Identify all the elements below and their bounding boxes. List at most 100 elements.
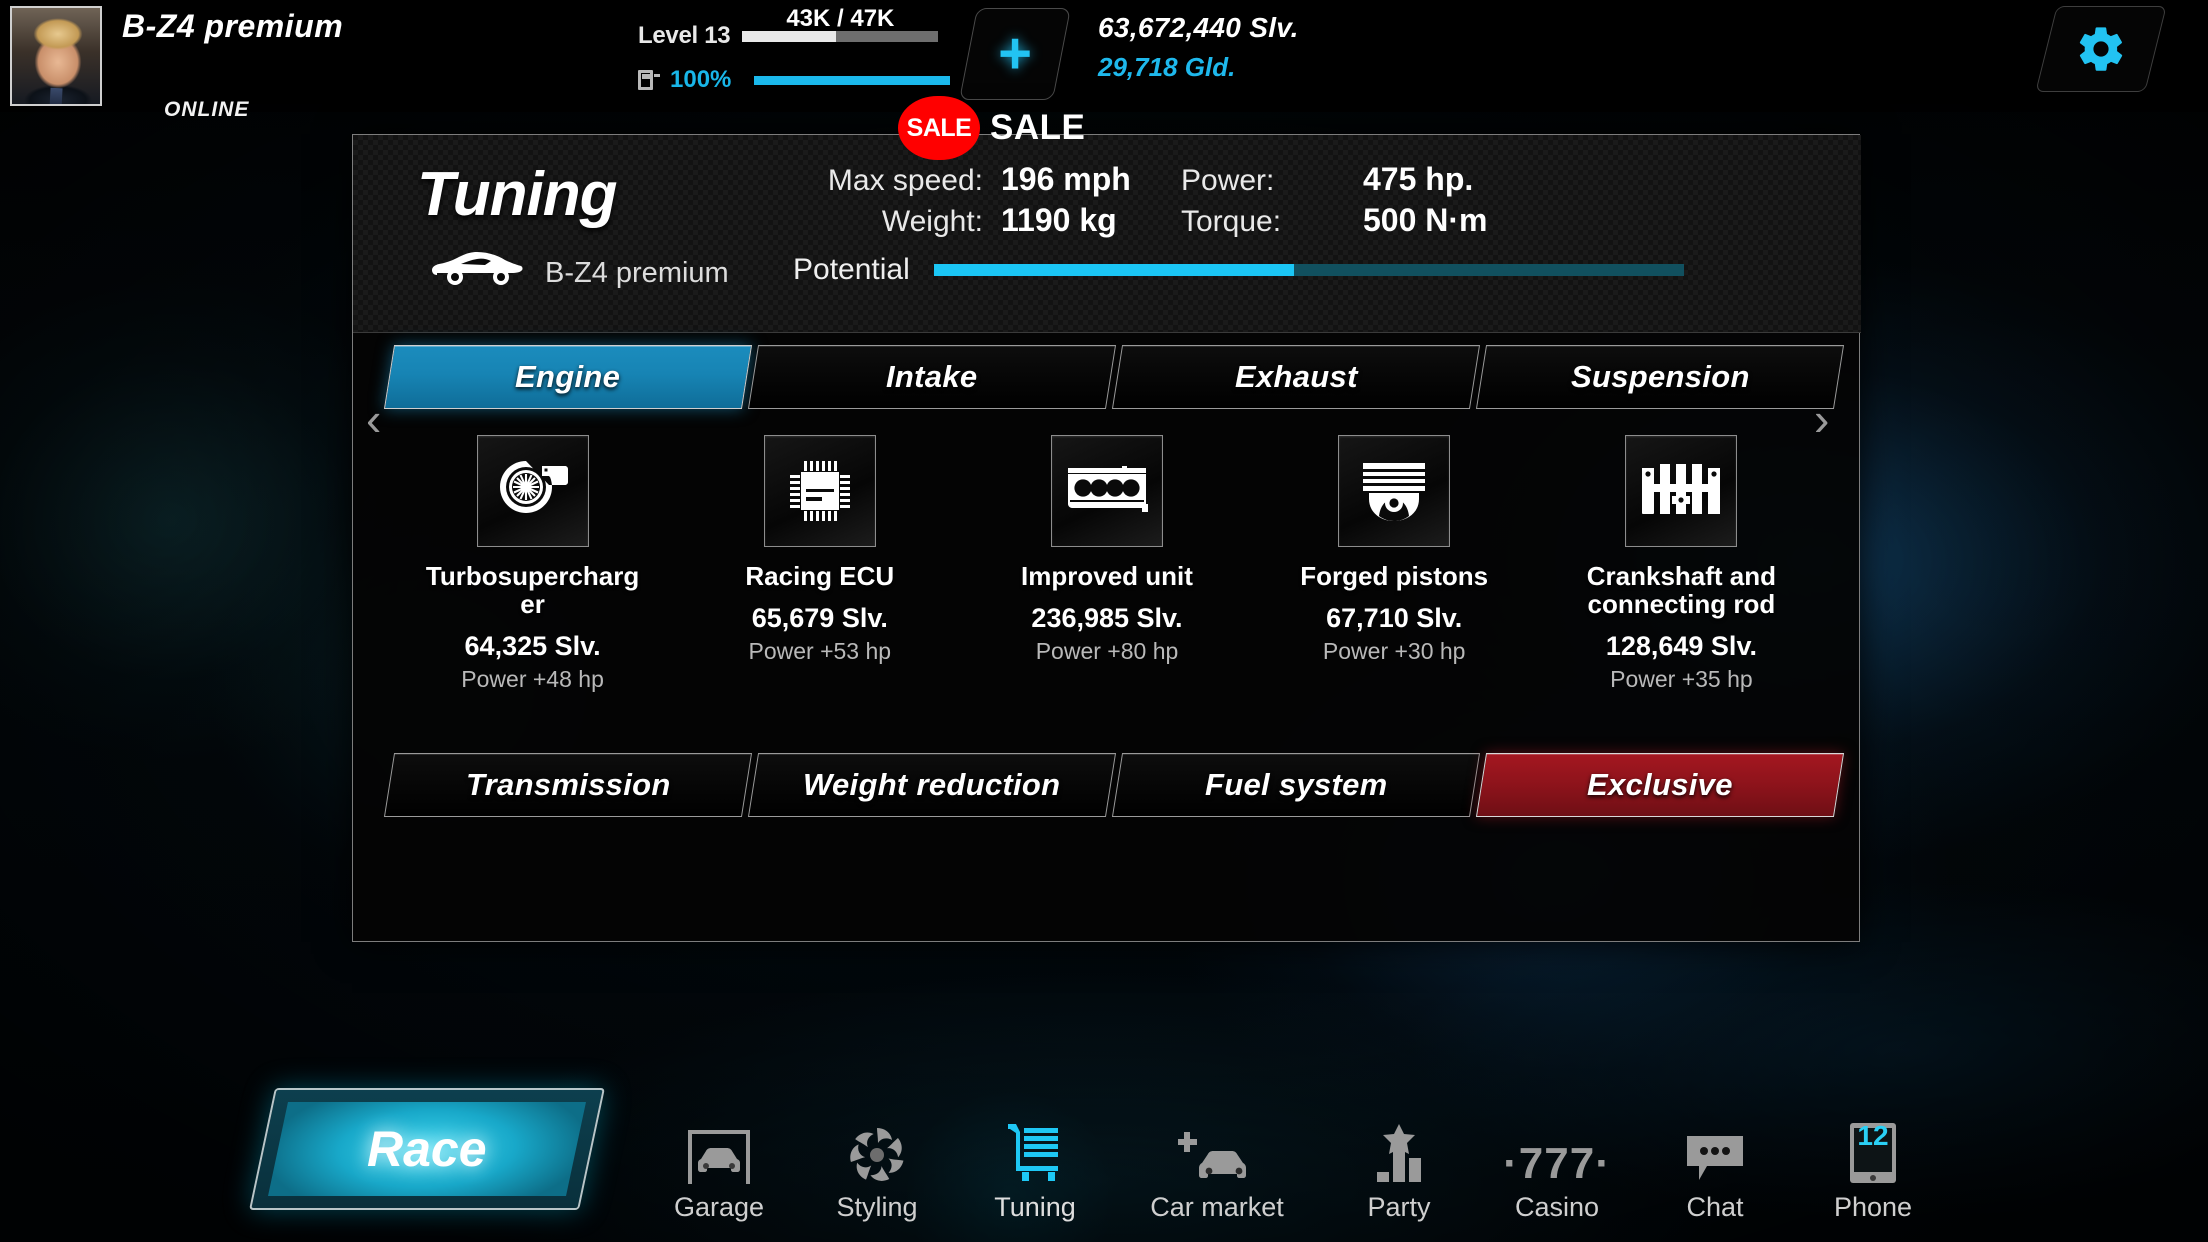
nav-item-party[interactable]: Party xyxy=(1320,1095,1478,1223)
xp-bar-wrap: 43K / 47K xyxy=(742,5,939,42)
fuel-bar xyxy=(754,75,950,85)
chevron-left-icon[interactable]: ‹ xyxy=(366,392,381,446)
sale-label: SALE xyxy=(990,108,1086,147)
sale-banner[interactable]: SALE SALE xyxy=(898,96,1085,160)
tab-label: Fuel system xyxy=(1204,767,1388,802)
party-chart-icon xyxy=(1368,1112,1430,1186)
tab-label: Exclusive xyxy=(1587,767,1733,802)
settings-button[interactable] xyxy=(2035,6,2167,92)
item-bonus: Power +53 hp xyxy=(748,637,892,664)
tab-label: Suspension xyxy=(1570,359,1750,394)
player-nickname: B-Z4 premium xyxy=(122,8,344,44)
tab-weight-reduction[interactable]: Weight reduction xyxy=(747,753,1117,817)
bottom-nav: Garage Styling Tuning Car market Party ·… xyxy=(640,1095,1952,1223)
player-portrait xyxy=(12,8,100,104)
tab-engine[interactable]: Engine xyxy=(383,345,753,409)
tab-label: Transmission xyxy=(465,767,671,802)
car-market-icon xyxy=(1178,1112,1256,1186)
nav-label: Phone xyxy=(1833,1192,1913,1222)
engine-block-icon xyxy=(1050,435,1163,547)
fuel-pump-icon xyxy=(638,68,660,92)
list-item[interactable]: Crankshaft and connecting rod 128,649 Sl… xyxy=(1538,435,1825,735)
nav-item-car-market[interactable]: Car market xyxy=(1114,1095,1320,1223)
nav-item-tuning[interactable]: Tuning xyxy=(956,1095,1114,1223)
tab-exclusive[interactable]: Exclusive xyxy=(1475,753,1845,817)
turbocharger-icon xyxy=(476,435,589,547)
race-button[interactable]: Race xyxy=(249,1088,605,1210)
tab-label: Exhaust xyxy=(1234,359,1358,394)
item-name: Racing ECU xyxy=(745,561,895,591)
panel-header: Tuning B-Z4 premium Max speed: 196 mph P… xyxy=(353,135,1861,333)
tab-suspension[interactable]: Suspension xyxy=(1475,345,1845,409)
list-item[interactable]: Improved unit 236,985 Slv. Power +80 hp xyxy=(963,435,1250,735)
nav-item-chat[interactable]: Chat xyxy=(1636,1095,1794,1223)
item-bonus: Power +30 hp xyxy=(1322,637,1466,664)
level-label: Level 13 xyxy=(638,22,731,49)
tab-intake[interactable]: Intake xyxy=(747,345,1117,409)
tuning-cart-icon xyxy=(1004,1112,1066,1186)
chevron-right-icon[interactable]: › xyxy=(1814,392,1829,446)
item-price: 65,679 Slv. xyxy=(751,602,888,633)
nav-label: Garage xyxy=(673,1192,765,1222)
potential-bar xyxy=(933,264,1684,276)
stat-label: Weight: xyxy=(881,205,983,238)
nav-label: Styling xyxy=(836,1192,918,1222)
item-bonus: Power +80 hp xyxy=(1035,637,1179,664)
styling-fan-icon xyxy=(846,1112,908,1186)
item-name: Forged pistons xyxy=(1300,561,1489,591)
car-silhouette-icon xyxy=(431,249,523,292)
top-status-bar: B-Z4 premium ONLINE Level 13 43K / 47K 1… xyxy=(0,0,2208,121)
list-item[interactable]: Forged pistons 67,710 Slv. Power +30 hp xyxy=(1251,435,1538,735)
item-price: 67,710 Slv. xyxy=(1326,602,1463,633)
tuning-panel: Tuning B-Z4 premium Max speed: 196 mph P… xyxy=(352,134,1861,942)
nav-label: Car market xyxy=(1150,1192,1284,1222)
list-item[interactable]: Racing ECU 65,679 Slv. Power +53 hp xyxy=(676,435,963,735)
item-bonus: Power +35 hp xyxy=(1610,665,1753,692)
item-bonus: Power +48 hp xyxy=(461,665,604,692)
category-tabs-top: Engine Intake Exhaust Suspension xyxy=(383,345,1845,409)
nav-label: Party xyxy=(1367,1192,1431,1222)
casino-glyph: ·777· xyxy=(1503,1139,1611,1188)
nav-label: Casino xyxy=(1514,1192,1600,1222)
stat-value: 1190 kg xyxy=(1001,202,1117,238)
item-name: Crankshaft and connecting rod xyxy=(1586,561,1777,619)
nav-item-garage[interactable]: Garage xyxy=(640,1095,798,1223)
stat-value: 196 mph xyxy=(1001,161,1131,197)
gold-amount: 29,718 Gld. xyxy=(1098,52,1236,82)
item-price: 236,985 Slv. xyxy=(1031,602,1183,633)
status-badge: SALE xyxy=(898,96,980,160)
nav-label: Chat xyxy=(1686,1192,1744,1222)
list-item[interactable]: Turbosupercharger 64,325 Slv. Power +48 … xyxy=(389,435,676,735)
upgrade-items-list: Turbosupercharger 64,325 Slv. Power +48 … xyxy=(389,435,1825,735)
stat-label: Max speed: xyxy=(827,164,983,197)
add-currency-button[interactable]: + xyxy=(959,8,1071,100)
ecu-chip-icon xyxy=(763,435,876,547)
item-name: Improved unit xyxy=(1021,561,1193,591)
fuel-percent-label: 100% xyxy=(670,66,732,93)
chat-bubble-icon xyxy=(1683,1112,1747,1186)
stat-value: 500 N·m xyxy=(1363,202,1488,238)
fuel-row: 100% xyxy=(638,66,950,94)
nav-item-casino[interactable]: ·777· Casino xyxy=(1478,1095,1636,1223)
stat-label: Power: xyxy=(1181,164,1275,197)
crankshaft-icon xyxy=(1625,435,1738,547)
car-stats: Max speed: 196 mph Power: 475 hp. Weight… xyxy=(793,161,1673,239)
tab-transmission[interactable]: Transmission xyxy=(383,753,753,817)
gear-icon xyxy=(2079,27,2123,71)
garage-icon xyxy=(686,1112,752,1186)
tab-fuel-system[interactable]: Fuel system xyxy=(1111,753,1481,817)
page-title: Tuning xyxy=(417,160,617,229)
casino-777-icon: ·777· xyxy=(1503,1112,1611,1186)
tab-exhaust[interactable]: Exhaust xyxy=(1111,345,1481,409)
avatar[interactable] xyxy=(10,6,102,106)
stat-label: Torque: xyxy=(1181,205,1282,238)
player-status: ONLINE xyxy=(164,98,250,121)
nav-item-phone[interactable]: 12 Phone xyxy=(1794,1095,1952,1223)
nav-label: Tuning xyxy=(994,1192,1076,1222)
xp-text: 43K / 47K xyxy=(786,4,895,32)
category-tabs-bottom: Transmission Weight reduction Fuel syste… xyxy=(383,753,1845,817)
potential-row: Potential xyxy=(793,253,1684,287)
item-price: 128,649 Slv. xyxy=(1605,630,1757,661)
nav-item-styling[interactable]: Styling xyxy=(798,1095,956,1223)
item-name: Turbosupercharger xyxy=(425,561,640,619)
